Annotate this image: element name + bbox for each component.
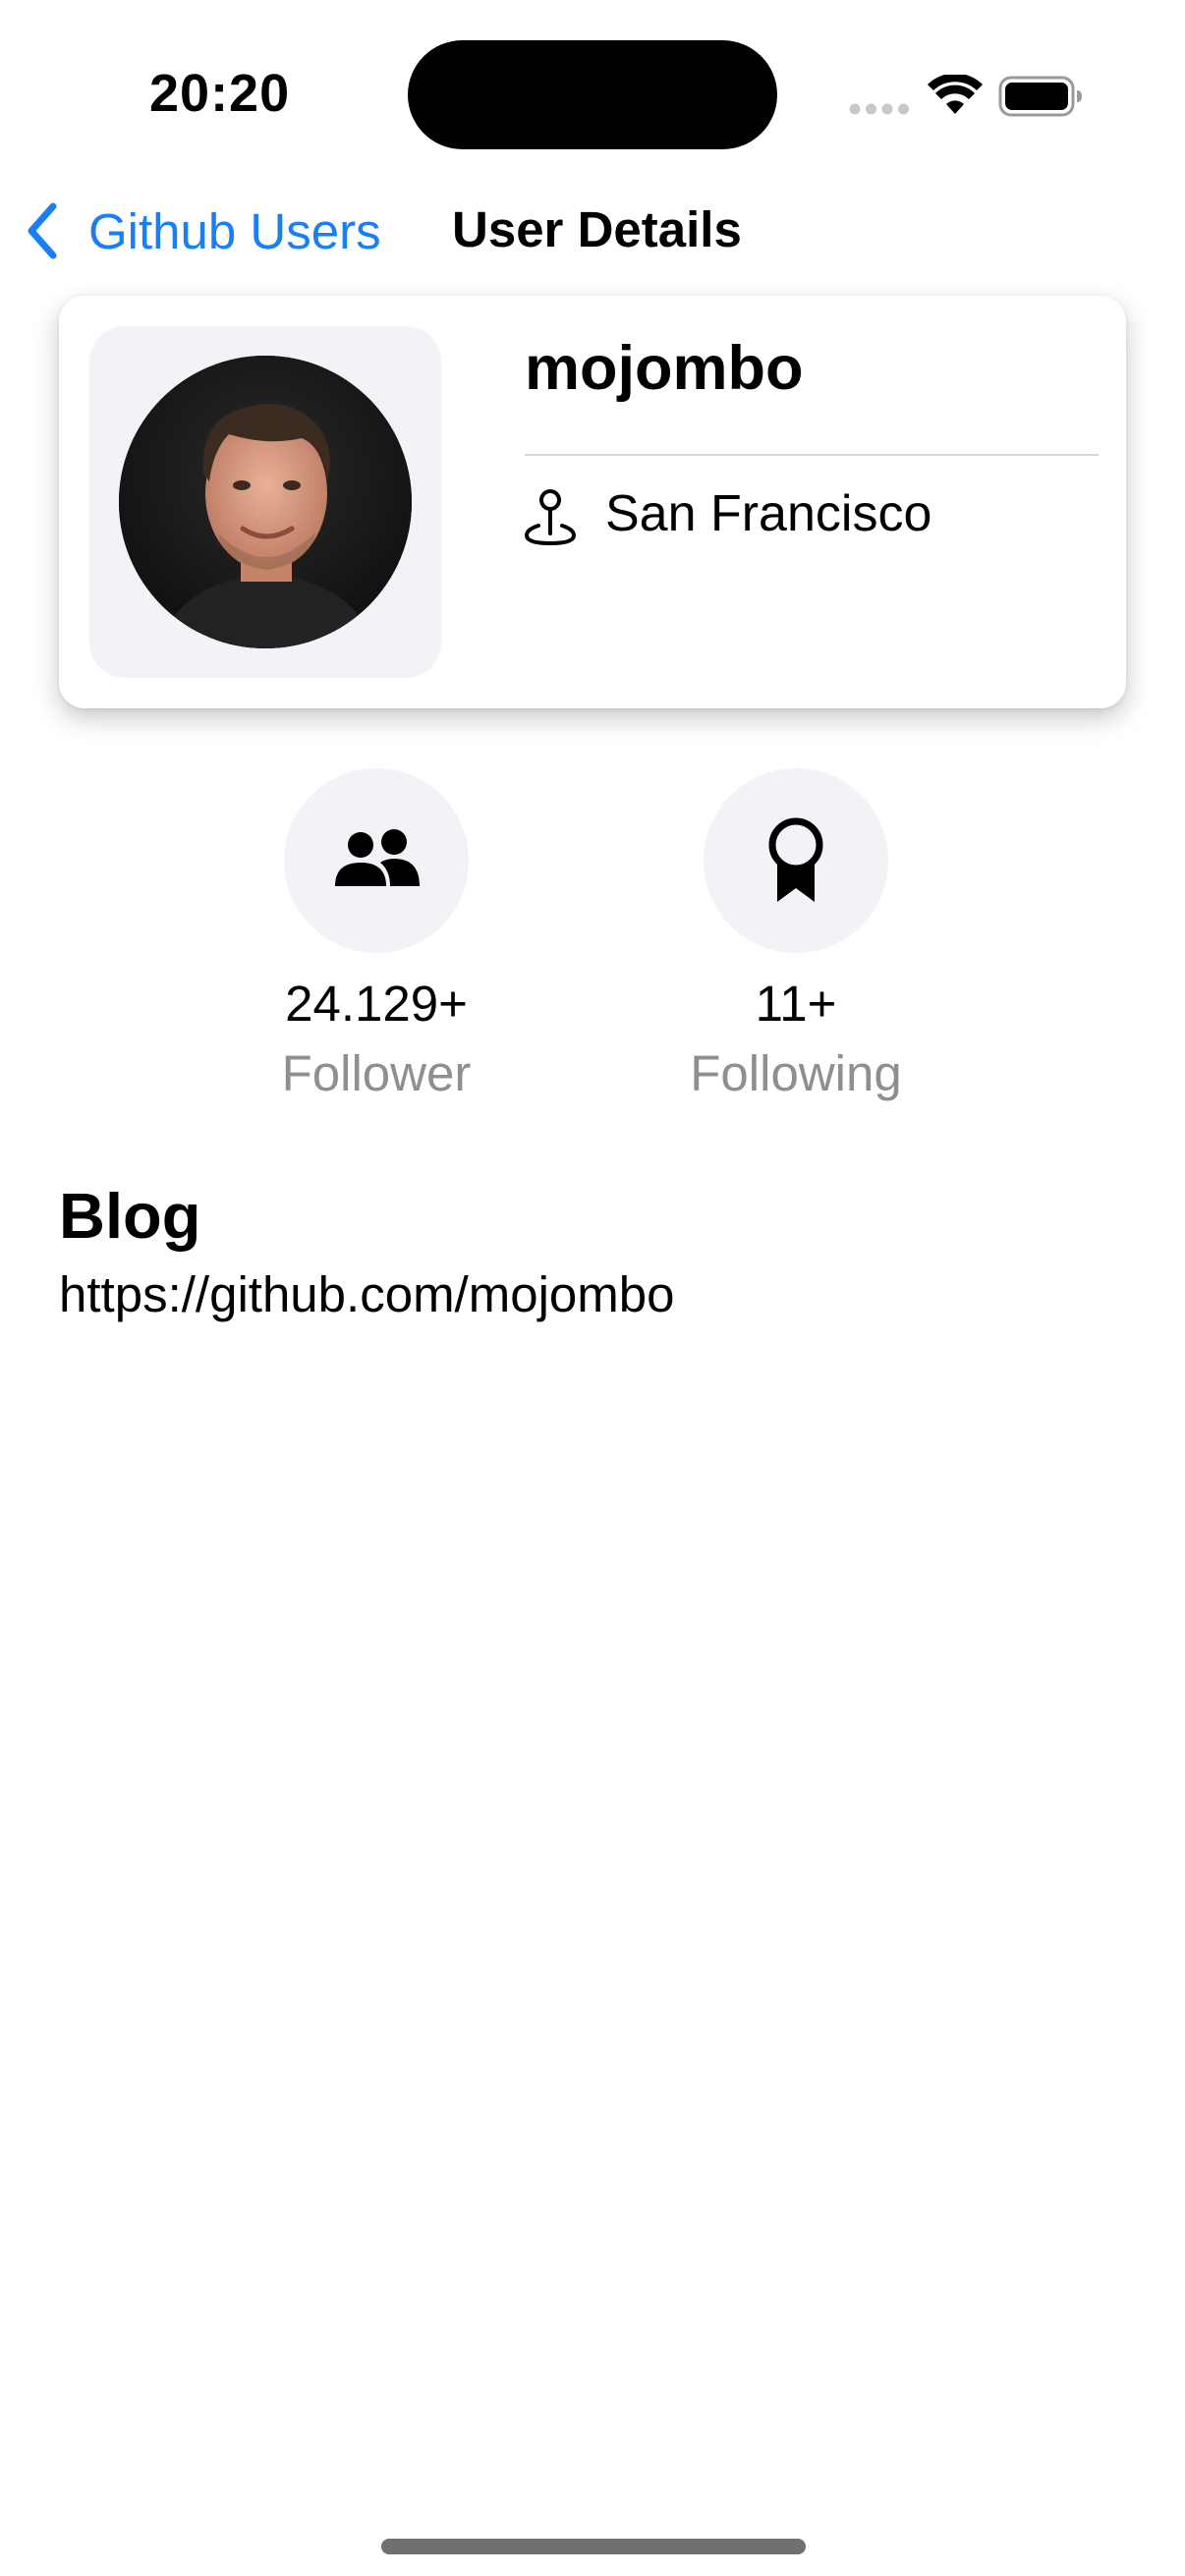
following-icon-circle (704, 768, 888, 953)
battery-icon (998, 76, 1082, 117)
map-pin-icon (524, 489, 577, 546)
profile-card: mojombo San Francisco (59, 296, 1126, 708)
dynamic-island (408, 40, 777, 149)
blog-heading: Blog (59, 1180, 201, 1252)
follower-stat: 24.129+ Follower (180, 768, 573, 1102)
back-button-label: Github Users (88, 202, 381, 259)
username: mojombo (525, 334, 804, 403)
location-text: San Francisco (605, 485, 932, 542)
wifi-icon (928, 75, 983, 114)
follower-count: 24.129+ (285, 976, 468, 1032)
signal-dots-icon (849, 103, 909, 115)
home-indicator[interactable] (381, 2539, 806, 2554)
blog-url[interactable]: https://github.com/mojombo (59, 1265, 674, 1323)
avatar (119, 356, 412, 648)
following-stat: 11+ Following (599, 768, 992, 1102)
divider (525, 454, 1099, 456)
award-ribbon-icon (768, 817, 823, 902)
following-count: 11+ (755, 976, 837, 1032)
page-title: User Details (452, 201, 742, 257)
avatar-container (89, 326, 441, 678)
follower-label: Follower (281, 1045, 472, 1101)
chevron-left-icon (28, 202, 57, 259)
people-icon (335, 829, 420, 886)
follower-icon-circle (284, 768, 469, 953)
following-label: Following (690, 1045, 902, 1101)
status-time: 20:20 (149, 64, 291, 123)
back-button[interactable]: Github Users (24, 196, 381, 265)
